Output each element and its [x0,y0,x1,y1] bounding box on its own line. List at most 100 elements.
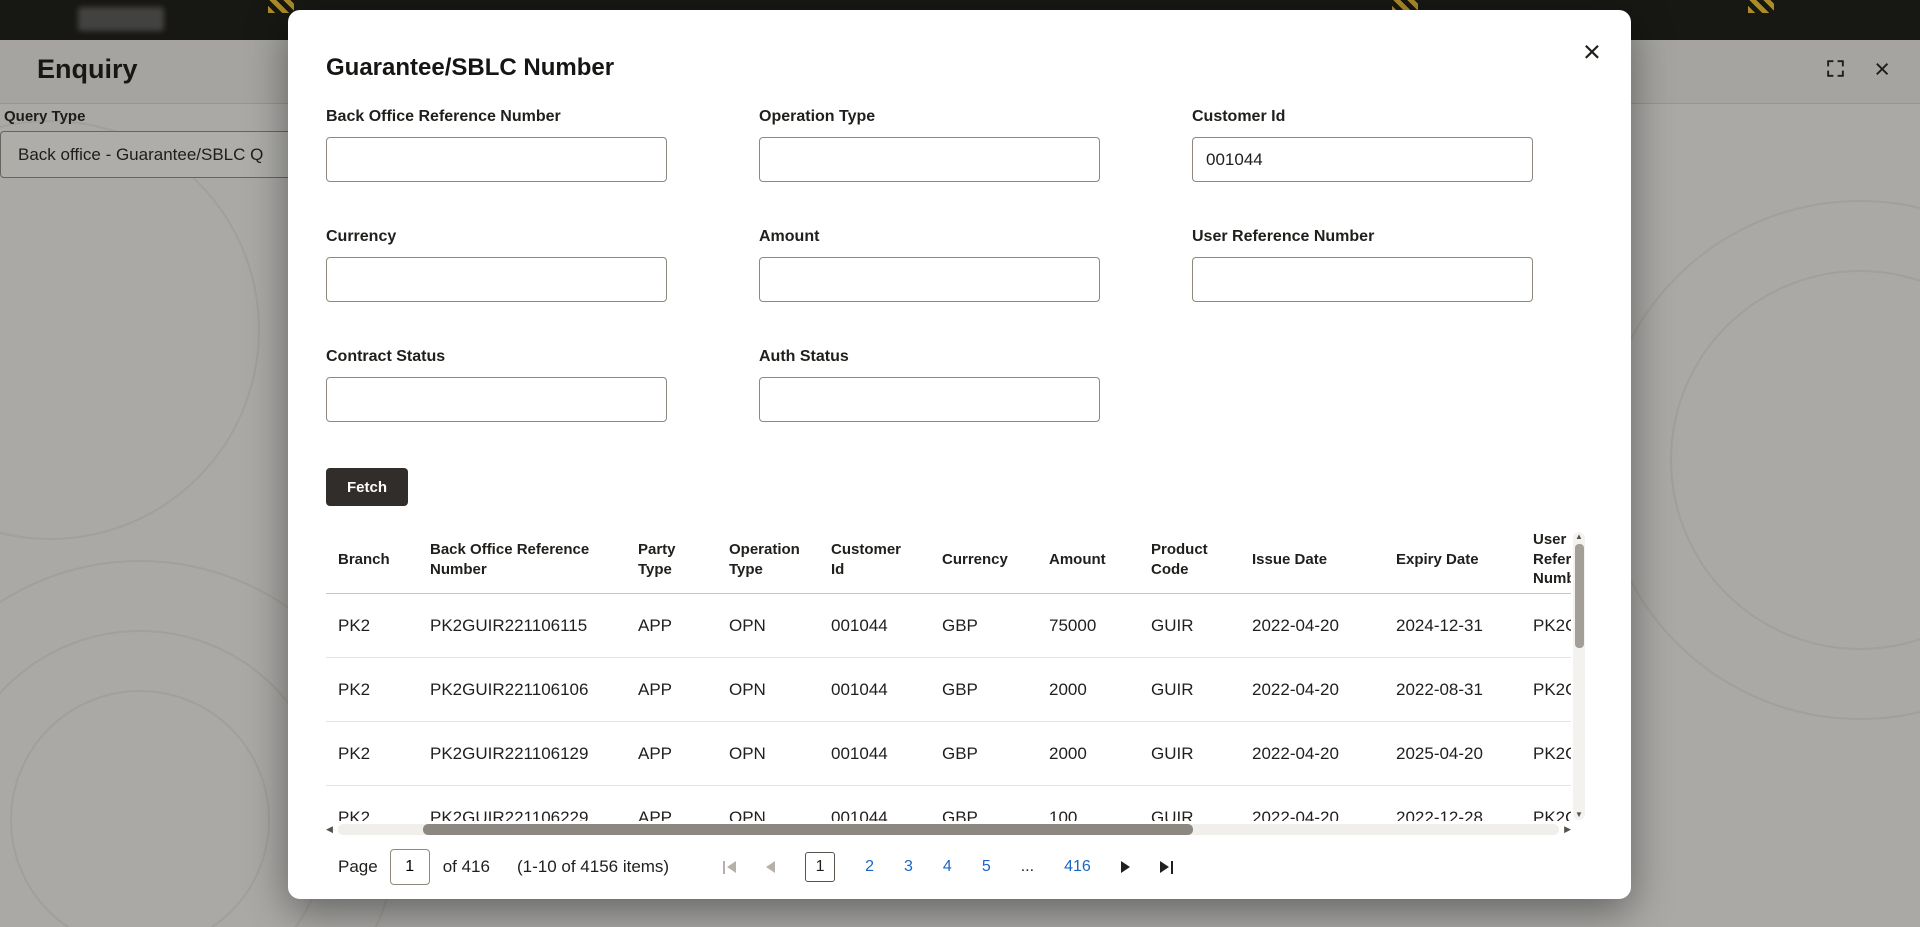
page-link-416[interactable]: 416 [1064,858,1091,876]
field-auth-status: Auth Status [759,348,1100,422]
table-cell: OPN [729,679,766,699]
customer-id-input[interactable] [1192,137,1533,182]
table-row[interactable]: PK2 PK2GUIR221106106 APP OPN 001044 GBP 2000 GU… [326,658,1571,722]
column-header: Expiry Date [1396,550,1479,568]
table-cell: PK2GUIR221106115 [430,615,588,635]
scroll-down-icon[interactable]: ▼ [1575,810,1583,819]
field-label: Currency [326,228,397,245]
pagination-ellipsis: ... [1020,858,1035,875]
column-header: Branch [338,550,390,568]
amount-input[interactable] [759,257,1100,302]
field-label: Auth Status [759,348,849,365]
table-cell: PK2GUIR221106106 [1533,679,1571,699]
table-cell: APP [638,807,673,822]
table-cell: GUIR [1151,679,1194,699]
table-cell: 2022-04-20 [1252,807,1339,822]
column-header: Back Office Reference Number [430,541,590,578]
horizontal-scrollbar-thumb[interactable] [422,824,1193,835]
table-cell: PK2GUIR221106229 [430,807,589,822]
table-cell: 2000 [1049,679,1087,699]
currency-input[interactable] [326,257,667,302]
scroll-right-icon[interactable]: ▶ [1564,824,1571,835]
field-back-office-reference-number: Back Office Reference Number [326,108,667,182]
field-label: Operation Type [759,108,876,125]
table-cell: 2024-12-31 [1396,615,1483,635]
auth-status-input[interactable] [759,377,1100,422]
table-cell: APP [638,743,673,763]
page-link-5[interactable]: 5 [982,858,991,876]
field-customer-id: Customer Id [1192,108,1533,182]
table-cell: GUIR [1151,743,1194,763]
modal-close-icon[interactable]: × [1577,34,1607,69]
table-cell: PK2GUIR221106129 [430,743,589,763]
first-page-icon[interactable] [723,860,737,874]
table-cell: PK2GUIR221106106 [430,679,589,699]
pagination: Page of 416 (1-10 of 4156 items) 1 2 3 4… [326,849,1593,885]
contract-status-input[interactable] [326,377,667,422]
table-cell: 2000 [1049,743,1087,763]
field-label: Contract Status [326,348,446,365]
table-row[interactable]: PK2 PK2GUIR221106115 APP OPN 001044 GBP 75000 G… [326,594,1571,658]
page-number-input[interactable] [389,849,430,885]
column-header: Party Type [638,541,676,578]
table-cell: 100 [1049,807,1078,822]
table-cell: 2022-08-31 [1396,679,1483,699]
table-cell: GUIR [1151,807,1194,822]
table-cell: GBP [942,679,978,699]
table-cell: OPN [729,743,766,763]
table-horizontal-scrollbar[interactable]: ◀ ▶ [326,823,1571,836]
field-label: Back Office Reference Number [326,108,561,125]
prev-page-icon[interactable] [766,861,776,873]
column-header: Customer Id [831,541,902,578]
current-page[interactable]: 1 [805,852,836,882]
field-currency: Currency [326,228,667,302]
table-row[interactable]: PK2 PK2GUIR221106129 APP OPN 001044 GBP 2000 GU… [326,722,1571,786]
query-form: Back Office Reference Number Operation T… [326,108,1593,422]
table-cell: PK2 [338,743,371,763]
table-cell: 001044 [831,807,888,822]
table-vertical-scrollbar[interactable]: ▲ ▼ [1573,532,1585,820]
last-page-icon[interactable] [1159,860,1173,874]
page-link-4[interactable]: 4 [943,858,952,876]
field-label: Customer Id [1192,108,1286,125]
page-label: Page [338,857,378,876]
page-total-label: of 416 [442,857,490,876]
horizontal-scrollbar-track[interactable] [337,824,1560,835]
table-cell: OPN [729,807,766,822]
table-cell: GBP [942,807,978,822]
table-cell: PK2GUIR221106115 [1533,615,1571,635]
field-user-reference-number: User Reference Number [1192,228,1533,302]
field-amount: Amount [759,228,1100,302]
table-cell: OPN [729,615,766,635]
table-cell: GBP [942,743,978,763]
items-range-label: (1-10 of 4156 items) [516,857,670,876]
table-cell: 2025-04-20 [1396,743,1483,763]
user-reference-number-input[interactable] [1192,257,1533,302]
table-cell: APP [638,615,673,635]
next-page-icon[interactable] [1120,861,1130,873]
page-link-3[interactable]: 3 [904,858,913,876]
table-row[interactable]: PK2 PK2GUIR221106229 APP OPN 001044 GBP 100 GUI… [326,786,1571,822]
table-cell: PK2 [338,615,371,635]
scroll-up-icon[interactable]: ▲ [1575,532,1583,541]
scroll-left-icon[interactable]: ◀ [326,824,333,835]
fetch-button[interactable]: Fetch [326,468,409,506]
table-cell: GBP [942,615,978,635]
field-operation-type: Operation Type [759,108,1100,182]
page-link-2[interactable]: 2 [865,858,874,876]
results-table: Branch Back Office Reference Number Party … [326,526,1593,836]
table-cell: 2022-04-20 [1252,615,1339,635]
table-cell: GUIR [1151,615,1194,635]
table-cell: 001044 [831,615,888,635]
table-cell: PK2 [338,807,371,822]
table-cell: PK2GUIR221106129 [1533,743,1571,763]
field-label: Amount [759,228,820,245]
vertical-scrollbar-thumb[interactable] [1574,544,1584,648]
operation-type-input[interactable] [759,137,1100,182]
table-cell: PK2GUIR221106229 [1533,807,1571,822]
column-header: User Reference Number [1533,531,1571,588]
table-header-row: Branch Back Office Reference Number Party … [326,526,1571,594]
back-office-reference-number-input[interactable] [326,137,667,182]
table-cell: PK2 [338,679,371,699]
table-cell: 75000 [1049,615,1097,635]
